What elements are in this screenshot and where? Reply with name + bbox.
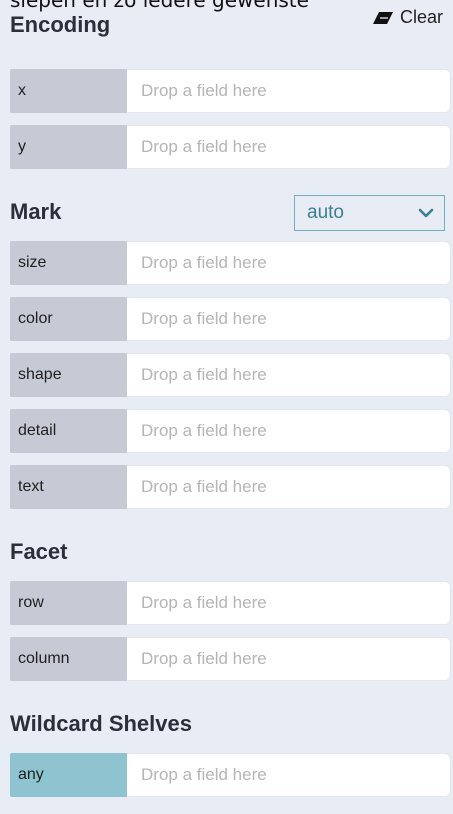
eraser-icon: [372, 11, 394, 25]
drop-zone[interactable]: Drop a field here: [127, 241, 451, 285]
drop-zone[interactable]: Drop a field here: [127, 297, 451, 341]
shelf-label[interactable]: column: [10, 637, 127, 681]
shelf-shape: shape Drop a field here: [10, 353, 451, 397]
chevron-down-icon: [418, 202, 434, 224]
drop-zone[interactable]: Drop a field here: [127, 409, 451, 453]
encoding-title: Encoding: [10, 12, 111, 37]
shelf-label[interactable]: row: [10, 581, 127, 625]
drop-zone[interactable]: Drop a field here: [127, 465, 451, 509]
shelf-label[interactable]: text: [10, 465, 127, 509]
mark-type-value: auto: [307, 202, 344, 223]
facet-title: Facet: [10, 539, 68, 564]
truncated-header-text: slepen en zo iedere gewenste: [10, 0, 309, 12]
shelf-y: y Drop a field here: [10, 125, 451, 169]
shelf-text: text Drop a field here: [10, 465, 451, 509]
shelf-label[interactable]: color: [10, 297, 127, 341]
drop-zone[interactable]: Drop a field here: [127, 753, 451, 797]
shelf-label[interactable]: y: [10, 125, 127, 169]
shelf-size: size Drop a field here: [10, 241, 451, 285]
clear-button[interactable]: Clear: [372, 7, 443, 28]
wildcard-shelves-title: Wildcard Shelves: [10, 711, 192, 736]
drop-zone[interactable]: Drop a field here: [127, 637, 451, 681]
shelf-label[interactable]: x: [10, 69, 127, 113]
shelf-column: column Drop a field here: [10, 637, 451, 681]
shelf-row: row Drop a field here: [10, 581, 451, 625]
shelf-x: x Drop a field here: [10, 69, 451, 113]
shelf-detail: detail Drop a field here: [10, 409, 451, 453]
shelf-label[interactable]: detail: [10, 409, 127, 453]
drop-zone[interactable]: Drop a field here: [127, 581, 451, 625]
clear-label: Clear: [399, 7, 443, 27]
drop-zone[interactable]: Drop a field here: [127, 353, 451, 397]
mark-type-select[interactable]: auto: [294, 195, 445, 231]
shelf-label[interactable]: size: [10, 241, 127, 285]
shelf-color: color Drop a field here: [10, 297, 451, 341]
mark-title: Mark: [10, 199, 62, 224]
shelf-label[interactable]: any: [10, 753, 127, 797]
shelf-any: any Drop a field here: [10, 753, 451, 797]
drop-zone[interactable]: Drop a field here: [127, 69, 451, 113]
shelf-label[interactable]: shape: [10, 353, 127, 397]
drop-zone[interactable]: Drop a field here: [127, 125, 451, 169]
